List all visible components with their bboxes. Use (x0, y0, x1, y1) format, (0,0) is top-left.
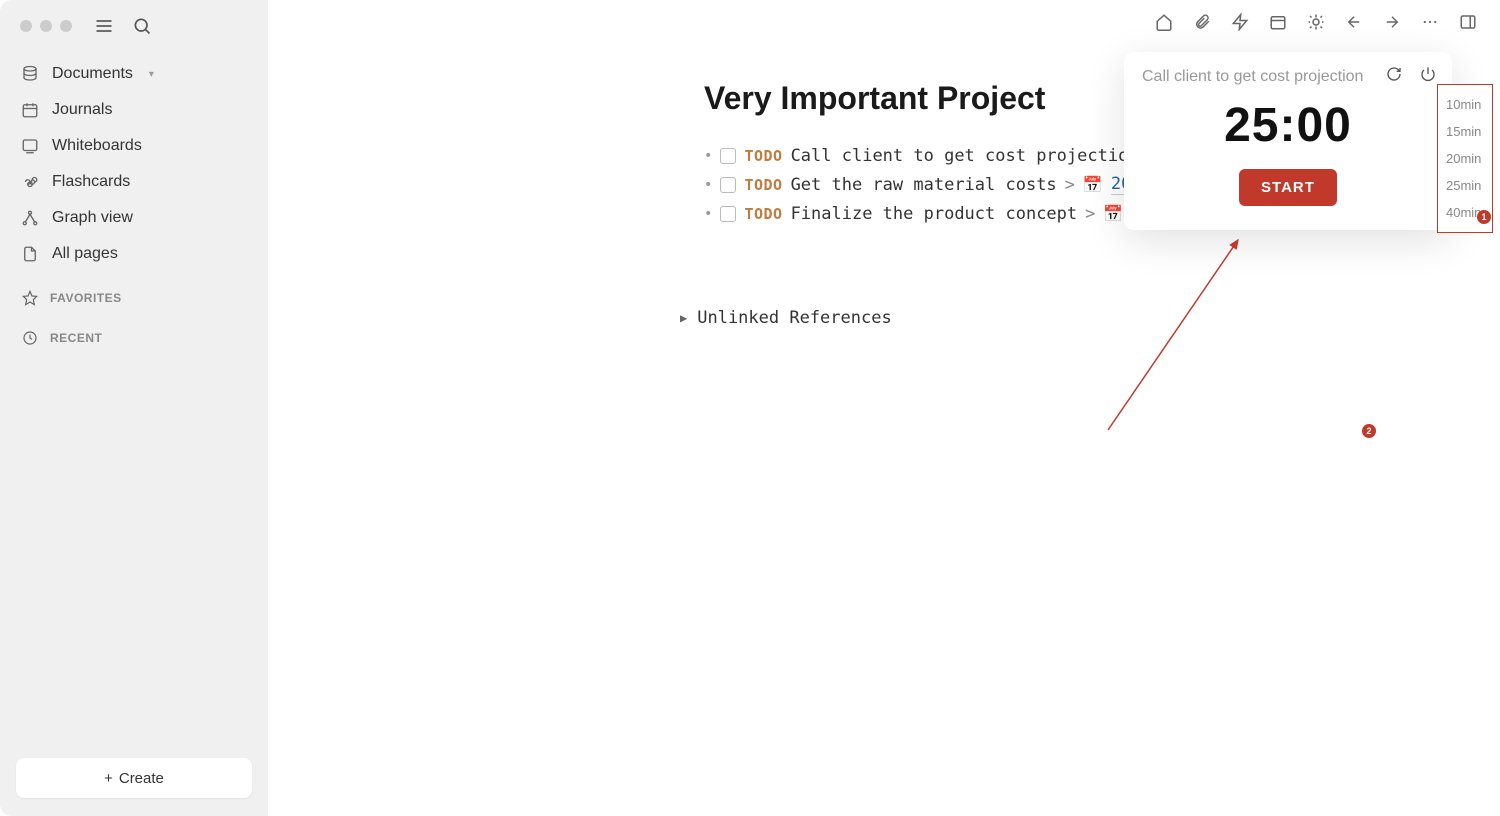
bullet-icon: • (704, 148, 712, 164)
arrow-sep: > (1065, 175, 1075, 195)
bullet-icon: • (704, 177, 712, 193)
calendar-emoji-icon: 📅 (1083, 175, 1103, 194)
todo-checkbox[interactable] (720, 177, 736, 193)
database-icon (20, 64, 40, 84)
whiteboard-icon (20, 136, 40, 156)
todo-checkbox[interactable] (720, 206, 736, 222)
caret-right-icon: ▶ (680, 311, 687, 325)
pomodoro-time-display: 25:00 (1142, 98, 1434, 153)
clock-icon (20, 328, 40, 348)
todo-text: Get the raw material costs (791, 175, 1057, 195)
preset-option[interactable]: 20min (1438, 145, 1492, 172)
sidebar-item-journals[interactable]: Journals (12, 92, 256, 128)
arrow-sep: > (1085, 204, 1095, 224)
annotation-badge-2: 2 (1362, 424, 1376, 438)
create-button[interactable]: + Create (16, 758, 252, 798)
sidebar-item-label: Flashcards (52, 173, 130, 191)
todo-text: Call client to get cost projection (791, 146, 1139, 166)
todo-tag: TODO (744, 205, 782, 223)
unlinked-references[interactable]: ▶ Unlinked References (680, 308, 1500, 328)
main-content: Very Important Project • TODO Call clien… (268, 0, 1500, 816)
todo-text: Finalize the product concept (791, 204, 1078, 224)
graph-icon (20, 208, 40, 228)
section-label: RECENT (50, 331, 102, 345)
pomodoro-panel: Call client to get cost projection 25:00… (1124, 52, 1452, 230)
sidebar-item-documents[interactable]: Documents ▾ (12, 56, 256, 92)
todo-checkbox[interactable] (720, 148, 736, 164)
minimize-window-button[interactable] (40, 20, 52, 32)
infinity-icon (20, 172, 40, 192)
power-icon[interactable] (1416, 62, 1440, 86)
plus-icon: + (104, 770, 113, 787)
sidebar-item-label: Graph view (52, 209, 133, 227)
calendar-icon (20, 100, 40, 120)
recent-header[interactable]: RECENT (12, 312, 256, 352)
pages-icon (20, 244, 40, 264)
maximize-window-button[interactable] (60, 20, 72, 32)
close-window-button[interactable] (20, 20, 32, 32)
sidebar-item-label: Documents (52, 65, 133, 83)
pomodoro-start-button[interactable]: START (1239, 169, 1337, 206)
sidebar-item-label: Journals (52, 101, 112, 119)
sidebar-item-all-pages[interactable]: All pages (12, 236, 256, 272)
todo-tag: TODO (744, 176, 782, 194)
calendar-emoji-icon: 📅 (1103, 204, 1123, 223)
sidebar-item-whiteboards[interactable]: Whiteboards (12, 128, 256, 164)
create-label: Create (119, 770, 164, 787)
bullet-icon: • (704, 206, 712, 222)
preset-option[interactable]: 25min (1438, 172, 1492, 199)
nav-list: Documents ▾ Journals Whiteboards Flashca… (0, 32, 268, 352)
reset-icon[interactable] (1382, 62, 1406, 86)
section-label: FAVORITES (50, 291, 122, 305)
preset-option[interactable]: 10min (1438, 91, 1492, 118)
sidebar-item-label: Whiteboards (52, 137, 142, 155)
sidebar-item-flashcards[interactable]: Flashcards (12, 164, 256, 200)
star-icon (20, 288, 40, 308)
chevron-down-icon: ▾ (149, 69, 154, 80)
unlinked-label: Unlinked References (697, 308, 891, 328)
sidebar: Documents ▾ Journals Whiteboards Flashca… (0, 0, 268, 816)
todo-tag: TODO (744, 147, 782, 165)
sidebar-item-graph-view[interactable]: Graph view (12, 200, 256, 236)
menu-icon[interactable] (92, 14, 116, 38)
search-icon[interactable] (130, 14, 154, 38)
sidebar-item-label: All pages (52, 245, 118, 263)
favorites-header[interactable]: FAVORITES (12, 272, 256, 312)
annotation-badge-1: 1 (1477, 210, 1491, 224)
preset-option[interactable]: 15min (1438, 118, 1492, 145)
